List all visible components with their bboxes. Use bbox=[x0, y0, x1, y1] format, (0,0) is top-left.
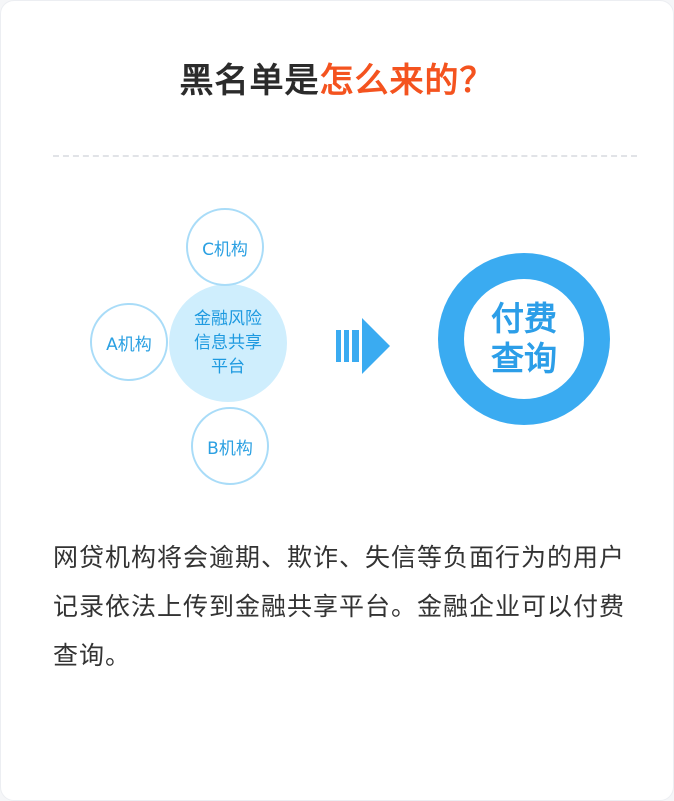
platform-label-line3: 平台 bbox=[211, 357, 245, 377]
page-title: 黑名单是怎么来的？ bbox=[1, 53, 673, 102]
platform-circle: 金融风险 信息共享 平台 bbox=[169, 284, 287, 402]
title-highlight: 怎么来的？ bbox=[319, 61, 495, 101]
paid-query-inner: 付费 查询 bbox=[464, 279, 584, 399]
platform-label-line1: 金融风险 bbox=[194, 309, 262, 329]
content-card: 黑名单是怎么来的？ 金融风险 信息共享 平台 C机构 A机构 B机构 付费 查询 bbox=[0, 0, 674, 801]
institution-c-bubble: C机构 bbox=[186, 208, 264, 286]
institution-b-bubble: B机构 bbox=[191, 407, 269, 485]
dashed-divider bbox=[53, 155, 637, 157]
paid-query-line2: 查询 bbox=[491, 339, 557, 378]
institution-a-bubble: A机构 bbox=[90, 303, 168, 381]
process-diagram: 金融风险 信息共享 平台 C机构 A机构 B机构 付费 查询 bbox=[1, 196, 673, 496]
platform-label-line2: 信息共享 bbox=[194, 333, 262, 353]
institution-a-label: A机构 bbox=[106, 334, 152, 355]
paid-query-line1: 付费 bbox=[491, 299, 557, 338]
paid-query-ring: 付费 查询 bbox=[438, 253, 610, 425]
institution-b-label: B机构 bbox=[207, 438, 253, 459]
title-prefix: 黑名单是 bbox=[179, 61, 320, 101]
description-text: 网贷机构将会逾期、欺诈、失信等负面行为的用户记录依法上传到金融共享平台。金融企业… bbox=[53, 543, 626, 670]
institution-c-label: C机构 bbox=[202, 239, 248, 260]
right-arrow-icon bbox=[336, 318, 390, 374]
